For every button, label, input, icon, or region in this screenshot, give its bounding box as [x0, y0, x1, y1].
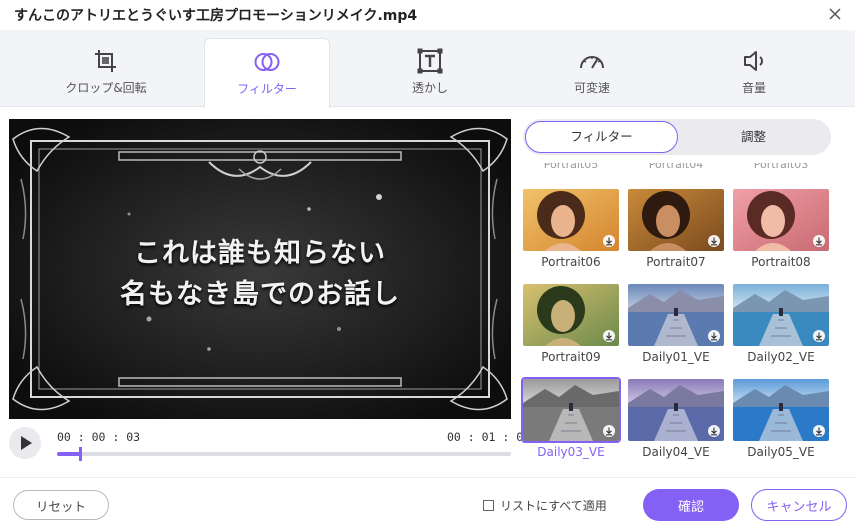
- filter-thumbnail[interactable]: [523, 284, 619, 346]
- current-time: 00 : 00 : 03: [57, 430, 141, 444]
- video-preview[interactable]: これは誰も知らない 名もなき島でのお話し: [9, 119, 511, 419]
- download-icon[interactable]: [603, 235, 615, 247]
- seek-handle[interactable]: [79, 447, 82, 461]
- filter-label-cutoff: Portrait03: [753, 163, 809, 171]
- tab-label: フィルター: [237, 82, 297, 96]
- download-icon[interactable]: [708, 235, 720, 247]
- filter-label: Portrait06: [541, 255, 601, 269]
- tab-volume[interactable]: 音量: [691, 38, 817, 107]
- download-icon[interactable]: [708, 425, 720, 437]
- apply-to-all-label: リストにすべて適用: [500, 499, 607, 513]
- filter-label: Portrait08: [751, 255, 811, 269]
- filter-thumbnail[interactable]: [521, 377, 621, 443]
- tab-filter[interactable]: フィルター: [204, 38, 330, 108]
- tab-crop-rotate[interactable]: クロップ&回転: [43, 38, 169, 107]
- segment-adjust[interactable]: 調整: [678, 121, 829, 153]
- filter-thumbnail[interactable]: [628, 189, 724, 251]
- filter-thumbnail[interactable]: [733, 189, 829, 251]
- filter-icon: [254, 53, 280, 71]
- filter-thumbnail[interactable]: [523, 189, 619, 251]
- caption-line-1: これは誰も知らない: [134, 238, 386, 269]
- speed-icon: [580, 56, 604, 69]
- segment-filter[interactable]: フィルター: [525, 121, 678, 153]
- seek-progress: [57, 452, 80, 456]
- filter-label: Daily02_VE: [747, 350, 815, 364]
- apply-to-all-checkbox[interactable]: [483, 500, 494, 511]
- total-time: 00 : 01 : 00: [447, 430, 531, 444]
- apply-to-all[interactable]: リストにすべて適用: [483, 497, 607, 514]
- tab-label: 透かし: [411, 81, 448, 95]
- play-button[interactable]: [9, 427, 41, 459]
- caption-line-2: 名もなき島でのお話し: [120, 279, 400, 310]
- filter-thumbnail[interactable]: [733, 284, 829, 346]
- filter-label: Portrait07: [646, 255, 706, 269]
- filter-label: Portrait09: [541, 350, 601, 364]
- download-icon[interactable]: [603, 425, 615, 437]
- download-icon[interactable]: [813, 330, 825, 342]
- reset-button[interactable]: リセット: [13, 490, 109, 520]
- close-icon[interactable]: [827, 6, 843, 22]
- filter-thumbnail[interactable]: [628, 379, 724, 441]
- filter-thumbnail[interactable]: [733, 379, 829, 441]
- download-icon[interactable]: [813, 235, 825, 247]
- filter-label: Daily01_VE: [642, 350, 710, 364]
- crop-rotate-icon: [95, 50, 116, 72]
- download-icon[interactable]: [708, 330, 720, 342]
- filter-label: Daily05_VE: [747, 445, 815, 459]
- filter-label: Daily04_VE: [642, 445, 710, 459]
- download-icon[interactable]: [813, 425, 825, 437]
- filter-label-cutoff: Portrait04: [648, 163, 704, 171]
- window-title: すんこのアトリエとうぐいす工房プロモーションリメイク.mp4: [14, 8, 418, 24]
- seek-bar[interactable]: [57, 447, 511, 461]
- download-icon[interactable]: [603, 330, 615, 342]
- tool-tabs: クロップ&回転 フィルター 透かし 可変速 音量: [0, 30, 855, 108]
- volume-icon: [744, 51, 763, 71]
- tab-label: クロップ&回転: [65, 81, 147, 95]
- watermark-icon: [417, 48, 443, 74]
- tab-label: 可変速: [573, 81, 610, 95]
- tab-label: 音量: [741, 81, 766, 95]
- confirm-button[interactable]: 確認: [643, 489, 739, 521]
- tab-watermark[interactable]: 透かし: [367, 38, 493, 107]
- tab-speed[interactable]: 可変速: [529, 38, 655, 107]
- filter-label: Daily03_VE: [537, 445, 605, 459]
- filter-adjust-switch: フィルター 調整: [523, 119, 831, 155]
- cancel-button[interactable]: キャンセル: [751, 489, 847, 521]
- play-icon: [21, 436, 32, 450]
- title-bar: すんこのアトリエとうぐいす工房プロモーションリメイク.mp4: [0, 0, 855, 30]
- filter-label-cutoff: Portrait05: [543, 163, 599, 171]
- filter-thumbnail[interactable]: [628, 284, 724, 346]
